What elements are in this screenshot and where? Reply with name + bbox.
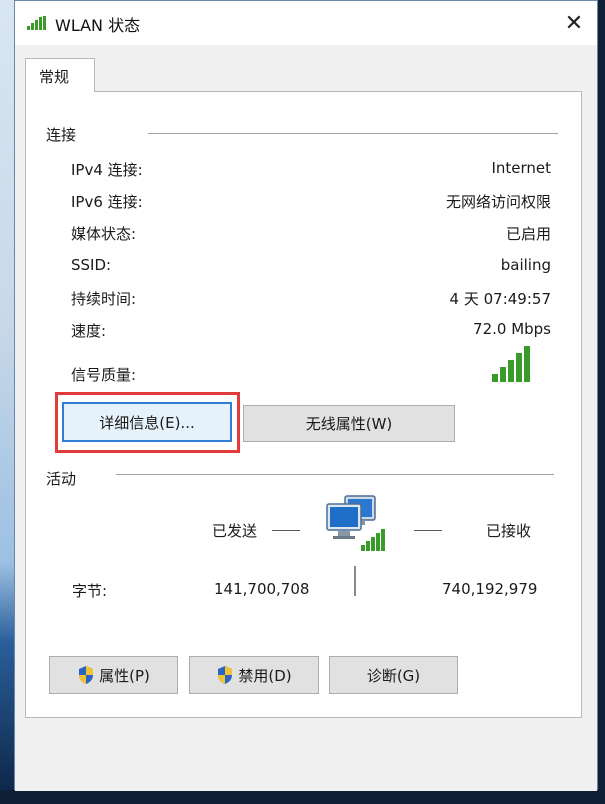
signal-bar [524, 346, 530, 382]
ipv6-value: 无网络访问权限 [445, 193, 551, 211]
ipv6-label: IPv6 连接: [71, 193, 143, 211]
wifi-signal-icon [27, 16, 46, 30]
taskbar-strip [0, 790, 605, 804]
speed-label: 速度: [71, 322, 107, 340]
divider [116, 474, 554, 475]
ipv4-label: IPv4 连接: [71, 161, 143, 179]
dash-line [414, 530, 442, 531]
network-computers-icon [326, 495, 385, 551]
ipv4-value: Internet [491, 159, 551, 177]
sent-label: 已发送 [212, 522, 258, 540]
signal-bars-icon [492, 346, 530, 382]
media-state-label: 媒体状态: [71, 225, 137, 243]
dash-line [272, 530, 300, 531]
bytes-sent-value: 141,700,708 [214, 580, 310, 598]
diagnose-button-label: 诊断(G) [366, 666, 421, 685]
general-panel: 连接 IPv4 连接: Internet IPv6 连接: 无网络访问权限 媒体… [25, 91, 582, 718]
highlight-annotation [55, 392, 240, 453]
dialog-footer [15, 725, 597, 791]
close-icon: ✕ [564, 10, 584, 36]
signal-quality-label: 信号质量: [71, 366, 137, 384]
uac-shield-icon [79, 666, 94, 684]
bytes-separator [354, 566, 356, 596]
signal-bar [516, 353, 522, 382]
tab-general[interactable]: 常规 [25, 58, 95, 92]
title-bar[interactable]: WLAN 状态 ✕ [15, 1, 597, 45]
close-button[interactable]: ✕ [551, 1, 597, 45]
divider [148, 133, 558, 134]
ssid-value: bailing [500, 256, 551, 274]
wireless-properties-button[interactable]: 无线属性(W) [243, 405, 455, 442]
properties-button-label: 属性(P) [99, 666, 150, 685]
properties-button[interactable]: 属性(P) [49, 656, 178, 694]
duration-value: 4 天 07:49:57 [449, 290, 551, 308]
received-label: 已接收 [486, 522, 532, 540]
duration-label: 持续时间: [71, 290, 137, 308]
disable-button-label: 禁用(D) [238, 666, 292, 685]
wireless-properties-label: 无线属性(W) [305, 415, 393, 433]
bytes-label: 字节: [72, 582, 108, 600]
bytes-received-value: 740,192,979 [442, 580, 538, 598]
signal-bar [500, 367, 506, 382]
diagnose-button[interactable]: 诊断(G) [329, 656, 458, 694]
connection-heading: 连接 [46, 126, 77, 144]
activity-heading: 活动 [46, 470, 77, 488]
wlan-status-dialog: WLAN 状态 ✕ 常规 连接 IPv4 连接: Internet IPv6 连… [14, 0, 598, 791]
media-state-value: 已启用 [505, 225, 551, 243]
disable-button[interactable]: 禁用(D) [189, 656, 319, 694]
signal-bar [508, 360, 514, 382]
signal-bar [492, 374, 498, 382]
uac-shield-icon [218, 666, 233, 684]
ssid-label: SSID: [71, 256, 112, 274]
window-title: WLAN 状态 [55, 16, 141, 35]
speed-value: 72.0 Mbps [473, 320, 551, 338]
